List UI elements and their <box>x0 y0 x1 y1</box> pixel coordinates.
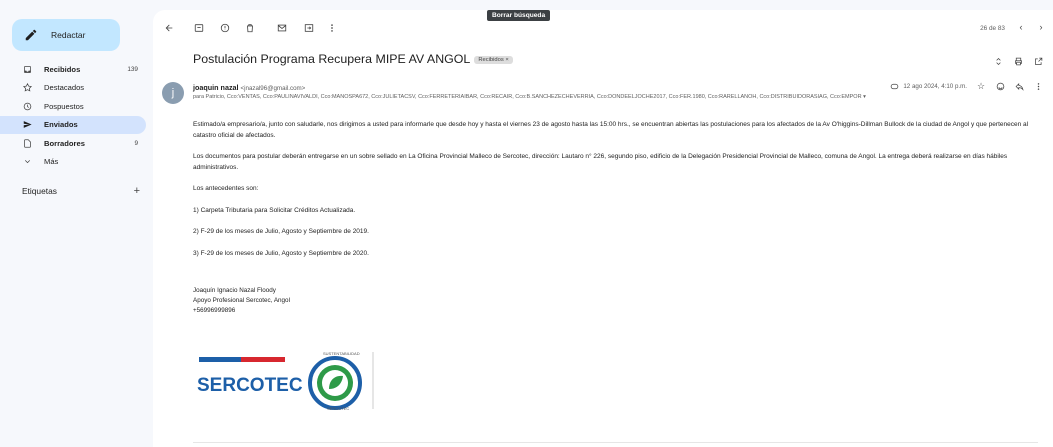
inbox-icon <box>22 64 32 74</box>
labels-heading: Etiquetas <box>22 186 57 196</box>
sender-email: <jnazal96@gmail.com> <box>240 85 306 92</box>
attachment-icon <box>889 81 899 91</box>
divider <box>193 442 1038 443</box>
compose-label: Redactar <box>51 30 86 40</box>
svg-text:SERCOTEC: SERCOTEC <box>197 375 303 396</box>
subject-actions <box>993 56 1043 66</box>
sidebar-item-starred[interactable]: Destacados <box>0 79 146 98</box>
body-paragraph: 2) F-29 de los meses de Julio, Agosto y … <box>193 228 369 235</box>
archive-icon[interactable] <box>193 22 205 34</box>
print-icon[interactable] <box>1013 56 1023 66</box>
pencil-icon <box>25 29 37 41</box>
body-paragraph: Estimado/a empresario/a, junto con salud… <box>193 121 1029 139</box>
sender-line: joaquin nazal <jnazal96@gmail.com> <box>193 83 305 92</box>
inbox-label-chip[interactable]: Recibidos × <box>474 56 513 64</box>
sidebar: Redactar Recibidos 139 Destacados Pospue… <box>0 0 152 447</box>
signature: Joaquín Ignacio Nazal Floody Apoyo Profe… <box>193 286 290 316</box>
sidebar-item-count: 9 <box>134 139 138 147</box>
move-to-icon[interactable] <box>303 22 315 34</box>
sidebar-item-label: Enviados <box>44 120 78 130</box>
svg-text:SERCOTEC: SERCOTEC <box>327 406 349 411</box>
sidebar-item-inbox[interactable]: Recibidos 139 <box>0 60 146 79</box>
sidebar-item-snoozed[interactable]: Pospuestos <box>0 97 146 116</box>
emoji-reaction-icon[interactable] <box>995 81 1005 91</box>
signature-role: Apoyo Profesional Sercotec, Angol <box>193 297 290 304</box>
next-page-button[interactable]: › <box>1035 21 1047 33</box>
pagination-count: 26 de 83 <box>980 25 1005 32</box>
message-pane: Borrar búsqueda 26 de 83 ‹ › Postulación… <box>153 10 1053 447</box>
body-paragraph: 1) Carpeta Tributaria para Solicitar Cré… <box>193 206 356 214</box>
sidebar-item-drafts[interactable]: Borradores 9 <box>0 134 146 153</box>
back-arrow-icon[interactable] <box>163 22 175 34</box>
sidebar-item-sent[interactable]: Enviados <box>0 115 146 134</box>
sidebar-nav: Recibidos 139 Destacados Pospuestos Envi… <box>0 60 146 171</box>
signature-name: Joaquín Ignacio Nazal Floody <box>193 287 276 294</box>
sidebar-item-label: Destacados <box>44 83 85 93</box>
trash-icon[interactable] <box>244 22 256 34</box>
open-new-window-icon[interactable] <box>1033 56 1043 66</box>
labels-section: Etiquetas + <box>22 185 140 197</box>
sender-avatar[interactable]: j <box>162 82 184 104</box>
send-icon <box>22 120 32 130</box>
sidebar-item-label: Pospuestos <box>44 101 84 111</box>
message-toolbar: Borrar búsqueda 26 de 83 ‹ › <box>153 10 1053 46</box>
report-spam-icon[interactable] <box>219 22 231 34</box>
sidebar-item-label: Recibidos <box>44 64 81 74</box>
signature-phone: +56996999896 <box>193 307 236 314</box>
sidebar-item-label: Más <box>44 157 59 167</box>
subject-text: Postulación Programa Recupera MIPE AV AN… <box>193 52 471 66</box>
more-vert-icon[interactable] <box>326 22 338 34</box>
body-paragraph: 3) F-29 de los meses de Julio, Agosto y … <box>193 249 369 257</box>
sidebar-item-count: 139 <box>127 65 138 73</box>
reply-icon[interactable] <box>1014 81 1024 91</box>
star-icon[interactable]: ☆ <box>976 81 986 91</box>
email-subject: Postulación Programa Recupera MIPE AV AN… <box>193 52 513 66</box>
mark-unread-icon[interactable] <box>276 22 288 34</box>
draft-icon <box>22 138 32 148</box>
star-icon <box>22 83 32 93</box>
clock-icon <box>22 101 32 111</box>
sercotec-logo: SERCOTEC SUSTENTABILIDAD SERCOTEC <box>197 351 374 411</box>
message-meta: 12 ago 2024, 4:10 p.m. ☆ <box>889 81 1043 91</box>
svg-text:SUSTENTABILIDAD: SUSTENTABILIDAD <box>323 351 360 356</box>
more-vert-icon[interactable] <box>1033 81 1043 91</box>
body-paragraph: Los documentos para postular deberán ent… <box>193 153 1008 171</box>
sidebar-item-label: Borradores <box>44 138 85 148</box>
sender-name[interactable]: joaquin nazal <box>193 83 239 92</box>
email-body: Estimado/a empresario/a, junto con salud… <box>193 120 1038 259</box>
compose-button[interactable]: Redactar <box>12 19 120 51</box>
recipients-line[interactable]: para Patricio, Cco:VENTAS, Cco:PAULINAVI… <box>193 94 993 100</box>
chevron-down-icon <box>22 157 32 167</box>
expand-collapse-icon[interactable] <box>993 56 1003 66</box>
clear-search-tooltip: Borrar búsqueda <box>487 10 551 21</box>
message-date: 12 ago 2024, 4:10 p.m. <box>903 82 967 90</box>
previous-page-button[interactable]: ‹ <box>1015 21 1027 33</box>
add-label-button[interactable]: + <box>134 185 140 197</box>
sidebar-item-more[interactable]: Más <box>0 153 146 172</box>
body-paragraph: Los antecedentes son: <box>193 185 259 192</box>
